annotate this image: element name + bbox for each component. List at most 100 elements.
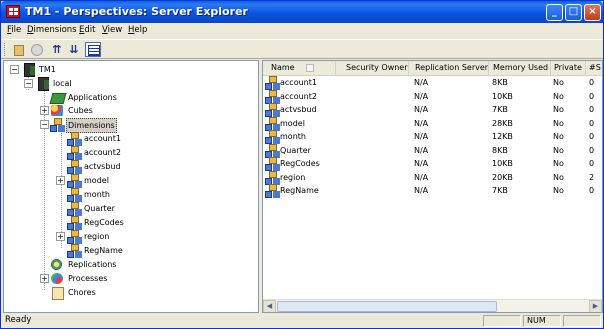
sort-down-icon[interactable]: ⇊	[66, 42, 82, 57]
scroll-left-button[interactable]: ◀	[263, 300, 276, 312]
collapse-icon[interactable]: −	[40, 120, 49, 129]
status-text: Ready	[5, 315, 32, 325]
cell-private: No	[553, 172, 564, 182]
tree-node-processes[interactable]: + Processes	[40, 272, 160, 286]
table-row[interactable]: model N/A 28KB No 0	[263, 116, 602, 131]
cell-name: account2	[280, 91, 317, 101]
cell-private: No	[553, 91, 564, 101]
dimension-icon	[265, 116, 279, 131]
cell-private: No	[553, 105, 564, 114]
menu-edit[interactable]: Edit	[79, 25, 95, 35]
cell-replication-server: N/A	[414, 105, 429, 114]
replications-icon	[50, 258, 64, 271]
horizontal-scrollbar[interactable]: ◀ ▶	[263, 299, 602, 312]
expand-icon[interactable]: +	[56, 176, 65, 185]
cell-replication-server: N/A	[414, 159, 429, 168]
tree-node-dimension[interactable]: + model	[56, 174, 166, 188]
tree-node-dimension[interactable]: month	[67, 188, 167, 202]
applications-icon	[50, 91, 64, 104]
cell-replication-server: N/A	[414, 186, 429, 195]
maximize-button[interactable]: □	[565, 4, 582, 21]
window-title: TM1 - Perspectives: Server Explorer	[25, 5, 248, 18]
scroll-right-button[interactable]: ▶	[589, 300, 602, 312]
column-header-replication-server[interactable]: Replication Server	[409, 61, 489, 76]
tree-node-dimensions[interactable]: − Dimensions	[40, 118, 160, 133]
cell-private: No	[553, 132, 564, 141]
tm1-app-icon[interactable]	[6, 5, 20, 18]
expand-icon[interactable]: +	[56, 232, 65, 241]
server-tree[interactable]: − TM1 − local Applications + Cubes − Dim…	[3, 60, 259, 313]
column-header-name[interactable]: Name	[263, 61, 336, 76]
collapse-icon[interactable]: −	[24, 79, 33, 88]
column-header-count[interactable]: #S	[586, 61, 602, 76]
column-header-private[interactable]: Private	[551, 61, 586, 76]
cell-replication-server: N/A	[414, 132, 429, 141]
tree-node-dimension[interactable]: + region	[56, 230, 166, 244]
tree-label: actvsbud	[84, 162, 121, 171]
cell-memory: 12KB	[492, 132, 513, 141]
dimension-icon	[67, 216, 81, 230]
table-row[interactable]: actvsbud N/A 7KB No 0	[263, 103, 602, 117]
status-pane-empty	[483, 315, 521, 327]
column-header-security-owner[interactable]: Security Owner	[336, 61, 409, 76]
expand-icon[interactable]: +	[40, 274, 49, 283]
tree-node-dimension[interactable]: RegCodes	[67, 216, 167, 230]
cell-private: No	[553, 118, 564, 128]
status-num: NUM	[523, 315, 561, 327]
tree-node-replications[interactable]: Replications	[50, 258, 170, 272]
tree-node-cubes[interactable]: + Cubes	[40, 104, 160, 118]
copy-icon[interactable]	[11, 42, 27, 57]
collapse-icon[interactable]: −	[10, 65, 19, 74]
sort-indicator-icon	[306, 64, 314, 72]
menu-view[interactable]: View	[102, 25, 122, 35]
table-row[interactable]: account2 N/A 10KB No 0	[263, 89, 602, 104]
server-group-icon	[22, 63, 36, 77]
column-header-memory-used[interactable]: Memory Used	[489, 61, 551, 76]
cell-memory: 8KB	[492, 78, 508, 87]
tree-node-dimension[interactable]: account2	[67, 146, 167, 160]
menu-help[interactable]: Help	[128, 25, 147, 35]
cubes-icon	[50, 104, 64, 117]
expand-icon[interactable]: +	[40, 106, 49, 115]
tree-node-dimension[interactable]: Quarter	[67, 202, 167, 216]
cell-name: month	[280, 132, 306, 141]
table-row[interactable]: region N/A 20KB No 2	[263, 170, 602, 185]
cell-private: No	[553, 78, 564, 87]
cell-private: No	[553, 159, 564, 168]
close-button[interactable]: ×	[584, 4, 601, 21]
table-row[interactable]: RegCodes N/A 10KB No 0	[263, 157, 602, 171]
menu-dimensions[interactable]: Dimensions	[27, 25, 77, 35]
stop-icon[interactable]	[28, 42, 44, 57]
tree-label: RegCodes	[84, 218, 124, 227]
table-row[interactable]: Quarter N/A 8KB No 0	[263, 143, 602, 158]
tree-node-server[interactable]: − local	[24, 77, 104, 91]
dimensions-icon	[50, 118, 64, 132]
dimension-icon	[67, 202, 81, 216]
minimize-button[interactable]: _	[546, 4, 563, 21]
cell-replication-server: N/A	[414, 91, 429, 101]
table-row[interactable]: account1 N/A 8KB No 0	[263, 76, 602, 90]
title-bar[interactable]: TM1 - Perspectives: Server Explorer _ □ …	[1, 1, 603, 23]
dimension-list[interactable]: Name Security Owner Replication Server M…	[262, 60, 603, 313]
tree-node-applications[interactable]: Applications	[50, 91, 170, 105]
tree-node-dimension[interactable]: account1	[67, 132, 167, 146]
table-row[interactable]: month N/A 12KB No 0	[263, 130, 602, 144]
tree-node-chores[interactable]: Chores	[50, 286, 170, 300]
scroll-thumb[interactable]	[277, 301, 497, 312]
dimension-icon	[67, 244, 81, 258]
tree-label: Applications	[68, 93, 117, 102]
toolbar-grip[interactable]	[4, 43, 7, 56]
sort-up-icon[interactable]: ⇈	[49, 42, 65, 57]
tree-node-root[interactable]: − TM1	[10, 63, 90, 77]
dimension-icon	[265, 76, 279, 90]
cell-memory: 20KB	[492, 172, 513, 182]
cell-replication-server: N/A	[414, 172, 429, 182]
cell-name: RegName	[280, 186, 319, 195]
cell-count: 0	[589, 145, 595, 155]
list-view-icon[interactable]	[85, 42, 101, 57]
tree-label-selected: Dimensions	[66, 118, 117, 133]
tree-node-dimension[interactable]: actvsbud	[67, 160, 167, 174]
table-row[interactable]: RegName N/A 7KB No 0	[263, 184, 602, 198]
menu-file[interactable]: File	[7, 25, 21, 35]
tree-node-dimension[interactable]: RegName	[67, 244, 167, 258]
